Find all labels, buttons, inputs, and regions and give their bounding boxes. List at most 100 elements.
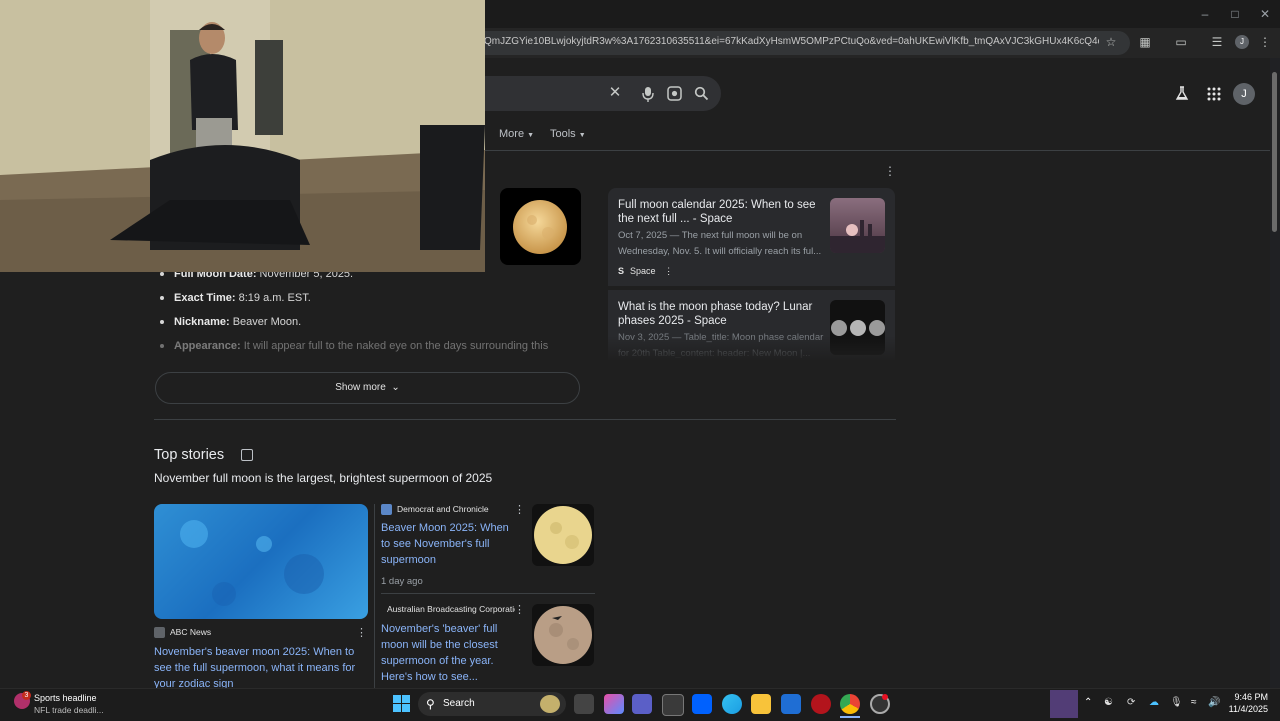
- chrome-icon[interactable]: [840, 694, 860, 714]
- wifi-icon[interactable]: ≈: [1191, 697, 1197, 708]
- result-card-title[interactable]: What is the moon phase today? Lunar phas…: [618, 300, 823, 328]
- more-options-icon[interactable]: ⋮: [514, 503, 525, 516]
- bullet-label: Appearance:: [174, 340, 241, 352]
- result-card-source-name: Space: [630, 266, 656, 276]
- section-divider: [154, 419, 896, 420]
- top-stories-info-icon[interactable]: [241, 449, 253, 461]
- close-window-icon[interactable]: ✕: [1256, 6, 1274, 22]
- space-logo-icon: S: [618, 266, 625, 276]
- story-time: 1 day ago: [381, 576, 423, 587]
- windows-start-icon[interactable]: [393, 695, 410, 712]
- tray-widget-icon[interactable]: [1050, 690, 1078, 718]
- brown-moon-graphic: [534, 606, 592, 664]
- tray-app-icon[interactable]: ☯: [1104, 697, 1113, 708]
- news-widget-title[interactable]: Sports headline: [34, 693, 97, 703]
- microphone-icon[interactable]: [641, 86, 655, 102]
- result-card-source[interactable]: S Space ⋮: [618, 266, 673, 277]
- moonrise-graphic: [830, 220, 885, 253]
- task-view-icon[interactable]: [574, 694, 594, 714]
- nav-more[interactable]: More ▼: [499, 128, 534, 140]
- search-icon[interactable]: [694, 86, 709, 101]
- bullet-nickname: Nickname: Beaver Moon.: [160, 316, 301, 328]
- democrat-chronicle-logo-icon: [381, 504, 392, 516]
- copilot-icon[interactable]: [604, 694, 624, 714]
- more-options-icon[interactable]: ⋮: [356, 626, 367, 639]
- fade-overlay: [600, 336, 900, 362]
- labs-flask-icon[interactable]: [1175, 86, 1189, 101]
- taskbar-search-label: Search: [443, 698, 475, 709]
- story-source-name: Australian Broadcasting Corporation: [387, 604, 515, 614]
- extensions-icon[interactable]: ▦: [1137, 34, 1153, 50]
- bullet-appearance: Appearance: It will appear full to the n…: [160, 340, 548, 352]
- volume-icon[interactable]: 🔊: [1208, 697, 1220, 708]
- story-image-blue-moon[interactable]: [154, 504, 368, 619]
- maximize-icon[interactable]: □: [1226, 6, 1244, 22]
- yellow-moon-graphic: [534, 506, 592, 564]
- google-account-avatar[interactable]: J: [1233, 83, 1255, 105]
- store-icon[interactable]: [662, 694, 684, 716]
- apps-grid-icon[interactable]: [1207, 87, 1221, 101]
- news-widget-subtitle[interactable]: NFL trade deadli...: [34, 705, 104, 715]
- story-divider: [381, 593, 595, 594]
- result-card-thumbnail: [830, 198, 885, 253]
- webcam-video-frame: [0, 0, 485, 272]
- abc-news-logo-icon: [154, 627, 165, 639]
- browser-profile-avatar[interactable]: J: [1235, 35, 1249, 49]
- story-title[interactable]: November's beaver moon 2025: When to see…: [154, 644, 368, 688]
- edge-icon[interactable]: [722, 694, 742, 714]
- cast-icon[interactable]: ▭: [1173, 34, 1189, 50]
- clear-search-icon[interactable]: ✕: [607, 85, 623, 101]
- story-source: Democrat and Chronicle: [381, 504, 489, 516]
- tray-cloud-icon[interactable]: ☁: [1149, 697, 1159, 708]
- opera-icon[interactable]: [811, 694, 831, 714]
- more-options-icon[interactable]: ⋮: [664, 266, 673, 276]
- record-indicator: [882, 694, 888, 700]
- webcam-overlay: [0, 0, 485, 272]
- lens-camera-icon[interactable]: [667, 86, 682, 101]
- nav-tools-label: Tools: [550, 128, 576, 140]
- bookmark-star-icon[interactable]: ☆: [1103, 34, 1119, 50]
- nav-more-label: More: [499, 128, 525, 140]
- mail-icon[interactable]: [781, 694, 801, 714]
- tray-overflow-icon[interactable]: ⌃: [1084, 697, 1092, 708]
- nav-tools[interactable]: Tools ▼: [550, 128, 586, 140]
- clock-date[interactable]: 11/4/2025: [1222, 704, 1268, 714]
- tray-mic-icon[interactable]: 🎙: [1170, 697, 1183, 708]
- top-stories-subheading: November full moon is the largest, brigh…: [154, 471, 493, 485]
- more-options-icon[interactable]: ⋮: [514, 603, 525, 616]
- show-more-button[interactable]: Show more ⌄: [155, 372, 580, 404]
- story-source: ABC News: [154, 627, 212, 639]
- moon-image[interactable]: [500, 188, 581, 265]
- teams-icon[interactable]: [632, 694, 652, 714]
- story-title[interactable]: Beaver Moon 2025: When to see November's…: [381, 520, 521, 568]
- tray-sync-icon[interactable]: ⟳: [1127, 697, 1135, 708]
- bullet-label: Exact Time:: [174, 292, 236, 304]
- dropbox-icon[interactable]: [692, 694, 712, 714]
- story-image-yellow-moon[interactable]: [532, 504, 594, 566]
- story-image-brown-moon[interactable]: [532, 604, 594, 666]
- search-icon: ⚲: [426, 697, 435, 711]
- news-badge: 3: [22, 691, 31, 700]
- media-controls-icon[interactable]: ☰: [1209, 34, 1225, 50]
- browser-menu-icon[interactable]: ⋮: [1257, 34, 1273, 50]
- minimize-icon[interactable]: –: [1196, 6, 1214, 22]
- story-source-name: ABC News: [170, 627, 212, 637]
- scrollbar-thumb[interactable]: [1272, 72, 1277, 232]
- blue-moon-texture: [180, 520, 324, 606]
- bullet-value: 8:19 a.m. EST.: [235, 292, 311, 304]
- chevron-down-icon: ⌄: [391, 382, 400, 393]
- more-options-icon[interactable]: ⋮: [882, 163, 898, 179]
- clock-time[interactable]: 9:46 PM: [1228, 692, 1268, 702]
- file-explorer-icon[interactable]: [751, 694, 771, 714]
- bullet-value: It will appear full to the naked eye on …: [240, 340, 549, 352]
- active-app-indicator: [840, 716, 860, 718]
- show-more-label: Show more: [335, 382, 386, 393]
- top-stories-heading: Top stories: [154, 447, 225, 463]
- story-title[interactable]: November's 'beaver' full moon will be th…: [381, 621, 526, 685]
- chevron-down-icon: ▼: [527, 132, 535, 139]
- moon-graphic: [513, 200, 567, 254]
- bullet-label: Nickname:: [174, 316, 230, 328]
- result-card-title[interactable]: Full moon calendar 2025: When to see the…: [618, 198, 826, 226]
- url-text[interactable]: QmJZGYie10BLwjokyjtdR3w%3A1762310635511&…: [484, 36, 1099, 50]
- chevron-down-icon: ▼: [578, 132, 586, 139]
